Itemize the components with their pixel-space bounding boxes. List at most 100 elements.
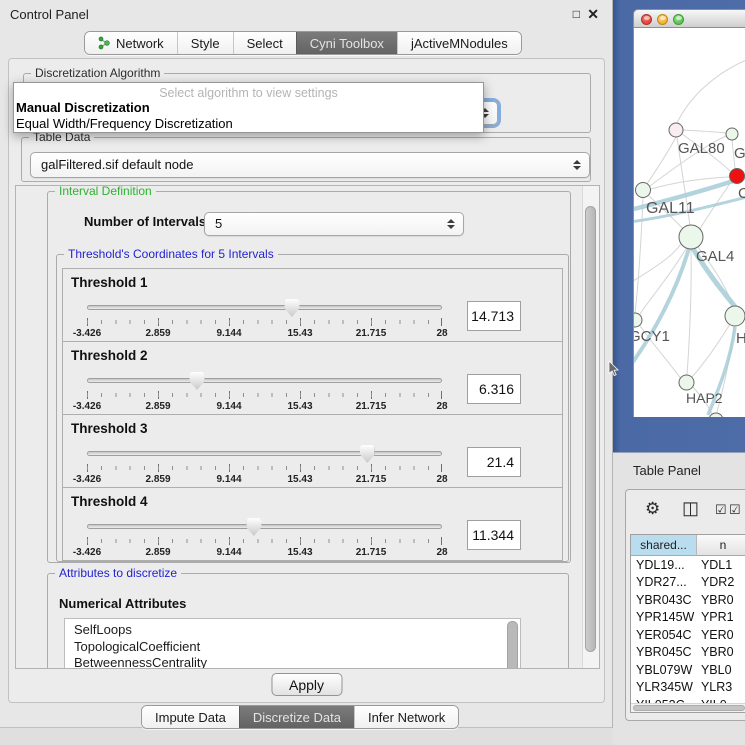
column-header-name[interactable]: n	[697, 535, 745, 556]
tab-discretize-data[interactable]: Discretize Data	[239, 706, 354, 728]
attribute-list-item[interactable]: TopologicalCoefficient	[65, 639, 520, 656]
network-canvas[interactable]: GAL80GACGAL11GAL4GCY1HHAP2	[633, 28, 745, 417]
tab-infer-network[interactable]: Infer Network	[354, 706, 458, 728]
node-table-frame: ⚙ ◫ ☑ ☑ shared... n YDL19...YDL1YDR27...…	[625, 489, 745, 721]
column-header-shared-name[interactable]: shared...	[631, 535, 697, 556]
network-node-ga[interactable]	[726, 128, 738, 140]
tick-label: 21.715	[356, 547, 387, 558]
cell-name[interactable]: YBR0	[697, 645, 745, 659]
horizontal-scrollbar-thumb[interactable]	[633, 705, 745, 711]
slider-thumb[interactable]	[360, 445, 375, 463]
network-window-titlebar[interactable]	[633, 9, 745, 28]
table-row[interactable]: YBR045CYBR0	[631, 644, 745, 662]
threshold-slider[interactable]: -3.4262.8599.14415.4321.71528	[87, 443, 442, 487]
list-scrollbar[interactable]	[507, 621, 518, 669]
threshold-value-input[interactable]	[467, 374, 521, 404]
threshold-value-input[interactable]	[467, 301, 521, 331]
table-row[interactable]: YPR145WYPR1	[631, 609, 745, 627]
threshold-slider[interactable]: -3.4262.8599.14415.4321.71528	[87, 297, 442, 341]
network-node-gcy1[interactable]	[634, 313, 642, 327]
cell-shared-name[interactable]: YBR045C	[631, 645, 697, 659]
network-node-gal80[interactable]	[669, 123, 683, 137]
threshold-value-input[interactable]	[467, 520, 521, 550]
tab-impute-data[interactable]: Impute Data	[142, 706, 239, 728]
tick-label: 28	[436, 328, 447, 339]
slider-thumb[interactable]	[284, 299, 299, 317]
numerical-attributes-list[interactable]: SelfLoopsTopologicalCoefficientBetweenne…	[64, 618, 521, 669]
network-node-hap2[interactable]	[679, 375, 694, 390]
tick-label: 2.859	[145, 328, 170, 339]
table-panel-title: Table Panel	[633, 463, 701, 478]
tick-label: 2.859	[145, 401, 170, 412]
algorithm-option[interactable]: Equal Width/Frequency Discretization	[14, 116, 483, 132]
threshold-panel: Threshold 2 -3.4262.8599.14415.4321.7152…	[62, 341, 563, 415]
tab-label: Network	[116, 36, 164, 51]
cell-shared-name[interactable]: YLR345W	[631, 680, 697, 694]
slider-track[interactable]	[87, 305, 442, 310]
table-row[interactable]: YDL19...YDL1	[631, 556, 745, 574]
split-columns-icon[interactable]: ◫	[682, 498, 699, 519]
checkbox-checked-icon[interactable]: ☑	[729, 502, 741, 518]
close-traffic-icon[interactable]	[641, 14, 652, 25]
table-row[interactable]: YLR345WYLR3	[631, 679, 745, 697]
slider-track[interactable]	[87, 378, 442, 383]
cell-shared-name[interactable]: YDL19...	[631, 558, 697, 572]
attribute-list-item[interactable]: BetweennessCentrality	[65, 655, 520, 669]
cell-shared-name[interactable]: YDR27...	[631, 575, 697, 589]
threshold-slider[interactable]: -3.4262.8599.14415.4321.71528	[87, 370, 442, 414]
network-node[interactable]	[709, 413, 723, 417]
table-row[interactable]: YER054CYER0	[631, 626, 745, 644]
cell-name[interactable]: YLR3	[697, 680, 745, 694]
float-window-icon[interactable]: □	[573, 7, 580, 21]
tab-style[interactable]: Style	[177, 32, 233, 54]
slider-track[interactable]	[87, 451, 442, 456]
cell-shared-name[interactable]: YBL079W	[631, 663, 697, 677]
close-icon[interactable]: ✕	[587, 6, 599, 23]
vertical-scrollbar[interactable]	[582, 186, 599, 668]
threshold-value-input[interactable]	[467, 447, 521, 477]
threshold-panel: Threshold 3 -3.4262.8599.14415.4321.7152…	[62, 414, 563, 488]
list-scrollbar-thumb[interactable]	[507, 621, 518, 669]
attribute-list-item[interactable]: SelfLoops	[65, 622, 520, 639]
network-node-gal4[interactable]	[679, 225, 703, 249]
network-node-c[interactable]	[730, 169, 745, 184]
tab-label: Select	[247, 36, 283, 51]
table-data-combobox[interactable]: galFiltered.sif default node	[30, 152, 590, 178]
zoom-traffic-icon[interactable]	[673, 14, 684, 25]
cell-name[interactable]: YER0	[697, 628, 745, 642]
cell-name[interactable]: YDL1	[697, 558, 745, 572]
algorithm-hint-option[interactable]: Select algorithm to view settings	[14, 83, 483, 100]
algorithm-option[interactable]: Manual Discretization	[14, 100, 483, 116]
vertical-scrollbar-thumb[interactable]	[585, 206, 596, 652]
table-row[interactable]: YIL052CYIL0	[631, 696, 745, 703]
cell-name[interactable]: YBR0	[697, 593, 745, 607]
checkbox-checked-icon[interactable]: ☑	[715, 502, 727, 518]
slider-thumb[interactable]	[190, 372, 205, 390]
settings-gear-icon[interactable]: ⚙	[645, 499, 660, 519]
table-row[interactable]: YBL079WYBL0	[631, 661, 745, 679]
tab-select[interactable]: Select	[233, 32, 296, 54]
tick-label: 21.715	[356, 474, 387, 485]
minimize-traffic-icon[interactable]	[657, 14, 668, 25]
threshold-slider[interactable]: -3.4262.8599.14415.4321.71528	[87, 516, 442, 560]
cell-name[interactable]: YDR2	[697, 575, 745, 589]
network-node-h[interactable]	[725, 306, 745, 326]
threshold-label: Threshold 4	[71, 494, 148, 509]
tab-network[interactable]: Network	[85, 32, 177, 54]
table-row[interactable]: YDR27...YDR2	[631, 574, 745, 592]
cell-name[interactable]: YBL0	[697, 663, 745, 677]
thresholds-container: Threshold 1 -3.4262.8599.14415.4321.7152…	[57, 268, 568, 561]
slider-track[interactable]	[87, 524, 442, 529]
cell-shared-name[interactable]: YBR043C	[631, 593, 697, 607]
horizontal-scrollbar[interactable]	[631, 703, 745, 712]
tab-jactivemnodules[interactable]: jActiveMNodules	[397, 32, 521, 54]
num-intervals-combobox[interactable]: 5	[204, 212, 464, 236]
tab-cyni-toolbox[interactable]: Cyni Toolbox	[296, 32, 397, 54]
cell-shared-name[interactable]: YPR145W	[631, 610, 697, 624]
cell-name[interactable]: YPR1	[697, 610, 745, 624]
apply-button[interactable]: Apply	[271, 673, 342, 696]
table-row[interactable]: YBR043CYBR0	[631, 591, 745, 609]
cell-shared-name[interactable]: YER054C	[631, 628, 697, 642]
slider-thumb[interactable]	[246, 518, 261, 536]
network-node-gal11[interactable]	[636, 183, 651, 198]
